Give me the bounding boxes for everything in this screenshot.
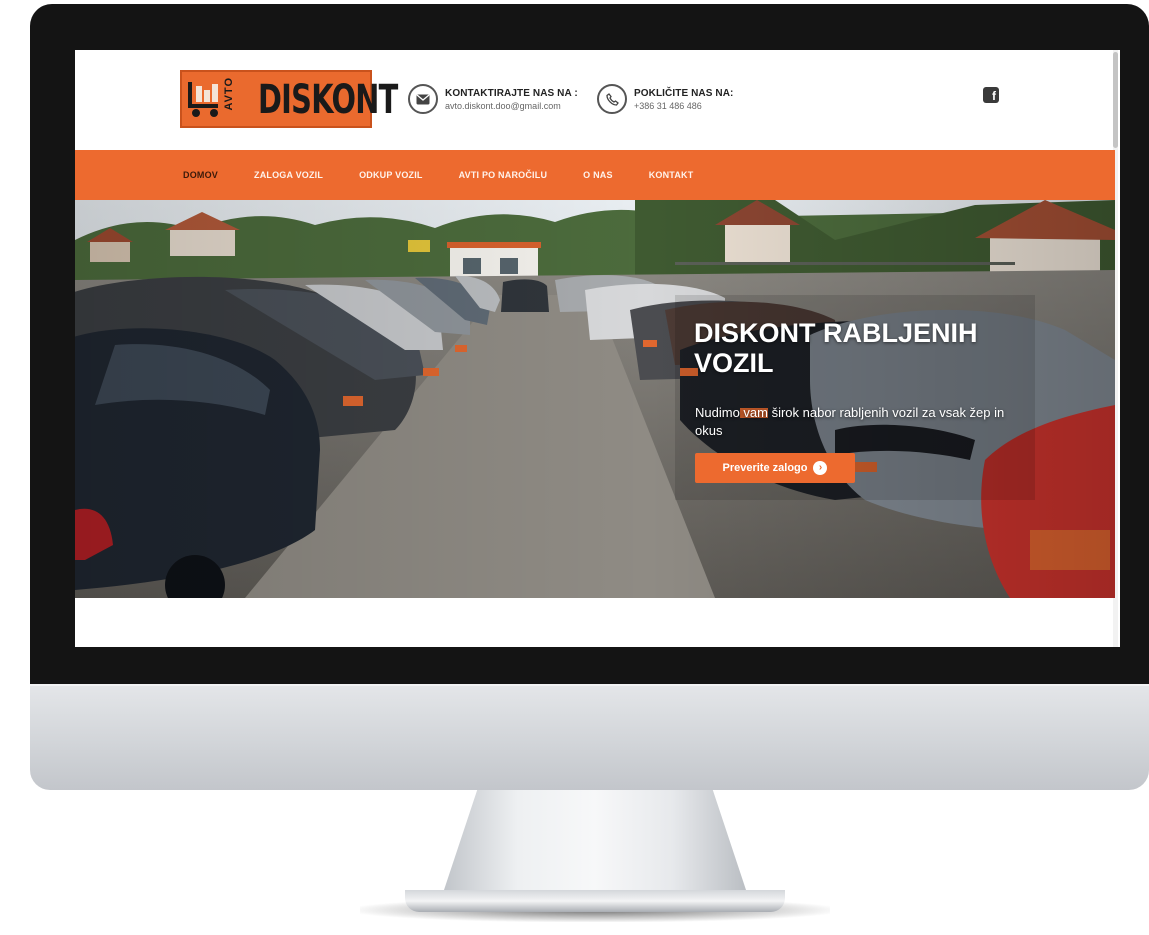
nav-item-zaloga-vozil[interactable]: ZALOGA VOZIL [254, 170, 323, 180]
nav-item-o-nas[interactable]: O NAS [583, 170, 613, 180]
nav-item-domov[interactable]: DOMOV [183, 170, 218, 180]
monitor-screen: AVTO DISKONT KONTAKTIRAJTE NAS NA : avto… [75, 50, 1120, 647]
logo-cart-icon [188, 82, 218, 117]
envelope-icon [408, 84, 438, 114]
site-header: AVTO DISKONT KONTAKTIRAJTE NAS NA : avto… [75, 50, 1120, 150]
nav-item-avti-po-narocilu[interactable]: AVTI PO NAROČILU [459, 170, 548, 180]
email-address[interactable]: avto.diskont.doo@gmail.com [445, 101, 578, 111]
check-stock-button-label: Preverite zalogo [722, 462, 808, 474]
monitor-chin [30, 684, 1149, 790]
main-nav: DOMOV ZALOGA VOZIL ODKUP VOZIL AVTI PO N… [75, 150, 1115, 200]
phone-number[interactable]: +386 31 486 486 [634, 101, 733, 111]
phone-contact[interactable]: POKLIČITE NAS NA: +386 31 486 486 [597, 84, 733, 114]
arrow-right-circle-icon: › [813, 461, 828, 475]
nav-item-odkup-vozil[interactable]: ODKUP VOZIL [359, 170, 423, 180]
phone-contact-label: POKLIČITE NAS NA: [634, 87, 734, 99]
logo-brand-text: DISKONT [258, 77, 398, 123]
email-contact-label: KONTAKTIRAJTE NAS NA : [445, 87, 578, 99]
phone-icon [597, 84, 627, 114]
logo-small-text: AVTO [223, 77, 235, 111]
hero-car-lot-image [75, 200, 1115, 598]
check-stock-button[interactable]: Preverite zalogo › [695, 453, 855, 483]
site-logo[interactable]: AVTO DISKONT [180, 70, 398, 128]
hero-banner: DISKONT RABLJENIH VOZIL Nudimo vam širok… [75, 200, 1115, 598]
page-scrollbar-thumb[interactable] [1113, 52, 1118, 148]
monitor-stand [440, 790, 750, 902]
hero-subtitle: Nudimo vam širok nabor rabljenih vozil z… [695, 405, 1005, 438]
facebook-icon[interactable]: f [983, 87, 999, 103]
email-contact[interactable]: KONTAKTIRAJTE NAS NA : avto.diskont.doo@… [408, 84, 578, 114]
monitor-foot [405, 890, 785, 912]
nav-item-kontakt[interactable]: KONTAKT [649, 170, 694, 180]
hero-title: DISKONT RABLJENIH VOZIL [694, 318, 978, 378]
